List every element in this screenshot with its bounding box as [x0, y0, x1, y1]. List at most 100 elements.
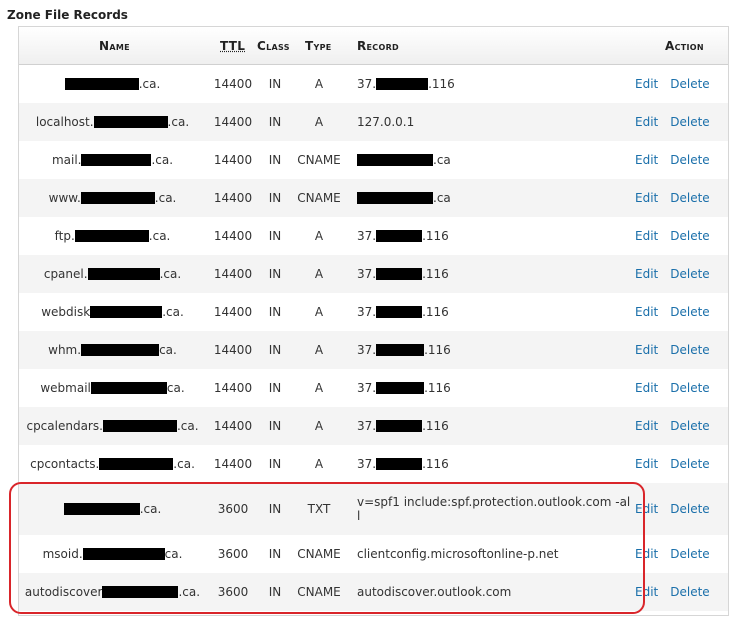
edit-link[interactable]: Edit — [635, 115, 658, 129]
name-suffix: .ca. — [139, 502, 162, 516]
table-row: www. .ca. 14400 IN CNAME .ca Edit Delete — [19, 179, 728, 217]
delete-link[interactable]: Delete — [670, 343, 709, 357]
record-name: cpanel. .ca. — [19, 255, 206, 293]
record-ttl: 14400 — [213, 267, 253, 281]
record-suffix: .116 — [428, 77, 455, 91]
record-class: IN — [268, 381, 282, 395]
record-type: CNAME — [297, 547, 341, 561]
edit-link[interactable]: Edit — [635, 153, 658, 167]
delete-link[interactable]: Delete — [670, 457, 709, 471]
delete-link[interactable]: Delete — [670, 419, 709, 433]
edit-link[interactable]: Edit — [635, 457, 658, 471]
column-header-type[interactable]: Type — [305, 39, 332, 53]
record-value: 37. .116 — [357, 293, 632, 331]
name-suffix: .ca. — [148, 229, 171, 243]
name-suffix: .ca. — [176, 419, 199, 433]
column-header-record[interactable]: Record — [357, 39, 399, 53]
record-suffix: .116 — [422, 419, 449, 433]
name-prefix: whm. — [48, 343, 82, 357]
name-suffix: ca. — [159, 343, 177, 357]
record-ttl: 3600 — [217, 502, 249, 516]
delete-link[interactable]: Delete — [670, 153, 709, 167]
record-name: localhost. .ca. — [19, 103, 206, 141]
name-prefix: webmail — [40, 381, 91, 395]
redacted-domain — [81, 344, 160, 356]
name-prefix: autodiscover — [24, 585, 103, 599]
record-name: webmail ca. — [19, 369, 206, 407]
delete-link[interactable]: Delete — [670, 267, 709, 281]
record-suffix: .116 — [424, 343, 451, 357]
record-prefix: autodiscover.outlook.com — [357, 585, 512, 599]
edit-link[interactable]: Edit — [635, 381, 658, 395]
edit-link[interactable]: Edit — [635, 229, 658, 243]
record-value: 37. .116 — [357, 369, 632, 407]
delete-link[interactable]: Delete — [670, 115, 709, 129]
record-ttl: 14400 — [213, 229, 253, 243]
edit-link[interactable]: Edit — [635, 77, 658, 91]
record-value: 37. .116 — [357, 331, 632, 369]
record-value: 37. .116 — [357, 255, 632, 293]
record-ttl: 14400 — [213, 381, 253, 395]
edit-link[interactable]: Edit — [635, 343, 658, 357]
redacted-domain — [63, 503, 140, 515]
column-header-action: Action — [665, 39, 704, 53]
edit-link[interactable]: Edit — [635, 305, 658, 319]
page-title: Zone File Records — [7, 8, 128, 22]
name-suffix: .ca. — [162, 305, 184, 319]
record-actions: Edit Delete — [635, 573, 730, 611]
record-type: TXT — [307, 502, 331, 516]
record-prefix: clientconfig.microsoftonline-p.net — [357, 547, 559, 561]
redacted-domain — [93, 116, 168, 128]
edit-link[interactable]: Edit — [635, 502, 658, 516]
record-ttl: 14400 — [213, 419, 253, 433]
record-class: IN — [268, 547, 282, 561]
column-header-name[interactable]: Name — [99, 39, 130, 53]
table-row: cpanel. .ca. 14400 IN A 37. .116 Edit Delete — [19, 255, 728, 293]
record-type: A — [314, 267, 324, 281]
column-header-class[interactable]: Class — [257, 39, 290, 53]
name-suffix: .ca. — [167, 115, 190, 129]
edit-link[interactable]: Edit — [635, 419, 658, 433]
edit-link[interactable]: Edit — [635, 547, 658, 561]
name-prefix: webdisk — [41, 305, 91, 319]
delete-link[interactable]: Delete — [670, 229, 709, 243]
delete-link[interactable]: Delete — [670, 585, 709, 599]
table-row: autodiscover .ca. 3600 IN CNAME autodiscover.… — [19, 573, 728, 611]
delete-link[interactable]: Delete — [670, 502, 709, 516]
redacted-value — [357, 154, 433, 166]
column-header-ttl[interactable]: TTL — [220, 39, 245, 53]
name-prefix: mail. — [51, 153, 82, 167]
edit-link[interactable]: Edit — [635, 585, 658, 599]
name-prefix: ftp. — [54, 229, 75, 243]
edit-link[interactable]: Edit — [635, 267, 658, 281]
table-row: cpcontacts. .ca. 14400 IN A 37. .116 Edit Delete — [19, 445, 728, 483]
record-prefix: 37. — [357, 305, 377, 319]
record-type: A — [314, 381, 324, 395]
record-suffix: .116 — [422, 229, 449, 243]
record-ttl: 14400 — [213, 343, 253, 357]
delete-link[interactable]: Delete — [670, 191, 709, 205]
redacted-value — [376, 230, 423, 242]
name-prefix: msoid. — [42, 547, 83, 561]
record-prefix: 37. — [357, 267, 377, 281]
record-value: clientconfig.microsoftonline-p.net — [357, 535, 632, 573]
record-class: IN — [268, 229, 282, 243]
record-ttl: 14400 — [213, 153, 253, 167]
name-suffix: .ca. — [173, 457, 195, 471]
record-name: www. .ca. — [19, 179, 206, 217]
record-value: 37. .116 — [357, 407, 632, 445]
record-name: .ca. — [19, 483, 206, 535]
name-suffix: ca. — [164, 547, 183, 561]
edit-link[interactable]: Edit — [635, 191, 658, 205]
redacted-domain — [82, 548, 165, 560]
redacted-domain — [64, 78, 139, 90]
delete-link[interactable]: Delete — [670, 77, 709, 91]
record-value: .ca — [357, 179, 632, 217]
delete-link[interactable]: Delete — [670, 547, 709, 561]
record-prefix: 37. — [357, 457, 377, 471]
delete-link[interactable]: Delete — [670, 381, 709, 395]
name-prefix: cpcontacts. — [30, 457, 100, 471]
record-type: CNAME — [297, 191, 341, 205]
record-actions: Edit Delete — [635, 535, 730, 573]
delete-link[interactable]: Delete — [670, 305, 709, 319]
